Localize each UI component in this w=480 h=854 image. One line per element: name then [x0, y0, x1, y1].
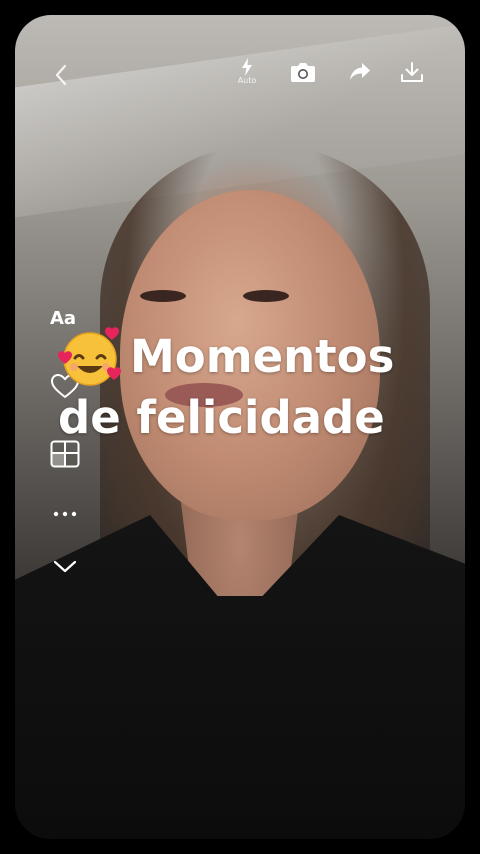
caption-line-1: Momentos: [130, 330, 395, 383]
subject-right-eye: [243, 290, 289, 302]
camera-icon[interactable]: [289, 60, 317, 84]
chevron-down-icon[interactable]: [50, 556, 80, 578]
download-icon[interactable]: [399, 60, 425, 84]
flash-mode-label: Auto: [237, 75, 257, 85]
subject-left-eye: [140, 290, 186, 302]
chevron-left-icon[interactable]: [50, 62, 72, 88]
caption-line-2: de felicidade: [58, 391, 385, 444]
share-icon[interactable]: [348, 61, 372, 83]
flash-icon: [241, 57, 253, 76]
more-icon[interactable]: [50, 503, 80, 525]
flash-button[interactable]: Auto: [232, 56, 262, 86]
smiling-face-with-hearts-icon: [58, 327, 121, 386]
caption-text[interactable]: Momentos de felicidade: [58, 325, 438, 447]
